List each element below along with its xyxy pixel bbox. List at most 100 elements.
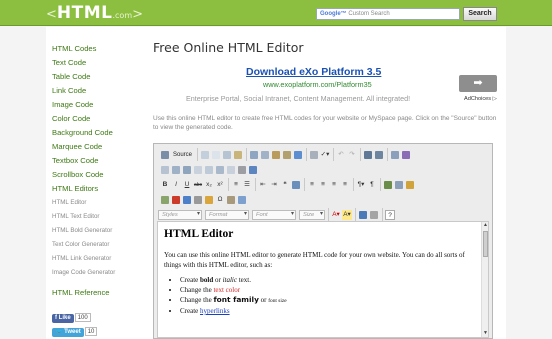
blockquote-icon[interactable]: ❝ xyxy=(280,180,290,190)
paste-word-icon[interactable] xyxy=(294,150,303,159)
sidebar-item-scrollbox-code[interactable]: Scrollbox Code xyxy=(52,168,142,182)
bidi-icon[interactable]: ¶ xyxy=(367,180,377,190)
select-field-icon[interactable] xyxy=(216,165,224,174)
bold-icon[interactable]: B xyxy=(160,180,170,190)
smiley-icon[interactable] xyxy=(205,195,213,204)
unlink-icon[interactable] xyxy=(395,180,403,189)
justify-icon[interactable]: ≡ xyxy=(340,180,350,190)
new-page-icon[interactable] xyxy=(212,150,221,159)
image-button-icon[interactable] xyxy=(238,165,246,174)
spellcheck-icon[interactable]: ✓▾ xyxy=(320,150,330,160)
font-dropdown[interactable]: Font xyxy=(252,209,296,220)
copy-icon[interactable] xyxy=(261,150,270,159)
textfield-icon[interactable] xyxy=(194,165,202,174)
text-direction-icon[interactable]: ¶▾ xyxy=(356,180,366,190)
editor-scrollbar[interactable]: ▲ ▼ xyxy=(481,222,488,337)
ad-arrow-button[interactable]: ➡ xyxy=(459,75,497,92)
table-icon[interactable] xyxy=(183,195,191,204)
special-char-icon[interactable]: Ω xyxy=(215,195,225,205)
sidebar-tool-html-bold-generator[interactable]: HTML Bold Generator xyxy=(52,224,142,238)
help-icon[interactable]: ? xyxy=(385,209,395,220)
paste-icon[interactable] xyxy=(272,150,281,159)
sidebar-tool-html-text-editor[interactable]: HTML Text Editor xyxy=(52,210,142,224)
styles-dropdown[interactable]: Styles xyxy=(158,209,202,220)
select-all-icon[interactable] xyxy=(391,150,400,159)
remove-format-icon[interactable] xyxy=(402,150,411,159)
editor-content-area[interactable]: HTML Editor You can use this online HTML… xyxy=(157,221,489,338)
search-button[interactable]: Search xyxy=(463,7,497,21)
scroll-up-icon[interactable]: ▲ xyxy=(483,223,488,228)
button-field-icon[interactable] xyxy=(227,165,235,174)
templates-icon[interactable] xyxy=(234,150,243,159)
bullet-list-icon[interactable]: ☰ xyxy=(242,180,252,190)
preview-icon[interactable] xyxy=(223,150,232,159)
sidebar-item-html-codes[interactable]: HTML Codes xyxy=(52,42,142,56)
sidebar-item-table-code[interactable]: Table Code xyxy=(52,70,142,84)
source-button[interactable]: Source xyxy=(171,150,194,160)
sidebar-tool-image-code-generator[interactable]: Image Code Generator xyxy=(52,266,142,280)
flash-icon[interactable] xyxy=(172,195,180,204)
align-center-icon[interactable]: ≡ xyxy=(318,180,328,190)
radio-icon[interactable] xyxy=(183,165,191,174)
logo-right-bracket: > xyxy=(132,7,144,22)
search-input[interactable]: Google™ Custom Search xyxy=(316,8,460,20)
redo-icon[interactable]: ↷ xyxy=(347,150,357,160)
sidebar-item-html-editors[interactable]: HTML Editors xyxy=(52,182,142,196)
subscript-icon[interactable]: x₂ xyxy=(204,180,214,190)
save-icon[interactable] xyxy=(201,150,210,159)
undo-icon[interactable]: ↶ xyxy=(336,150,346,160)
paste-text-icon[interactable] xyxy=(283,150,292,159)
numbered-list-icon[interactable]: ≡ xyxy=(231,180,241,190)
maximize-icon[interactable] xyxy=(359,210,367,219)
tweet-button[interactable]: 🐦 Tweet xyxy=(52,328,84,337)
align-left-icon[interactable]: ≡ xyxy=(307,180,317,190)
cut-icon[interactable] xyxy=(250,150,259,159)
hidden-field-icon[interactable] xyxy=(249,165,257,174)
format-dropdown[interactable]: Format xyxy=(205,209,249,220)
show-blocks-icon[interactable] xyxy=(370,210,378,219)
page-break-icon[interactable] xyxy=(227,195,235,204)
image-icon[interactable] xyxy=(161,195,169,204)
strike-icon[interactable]: abc xyxy=(193,180,203,190)
text-color-icon[interactable]: A▾ xyxy=(331,210,341,220)
page-title: Free Online HTML Editor xyxy=(153,40,304,55)
sidebar-item-marquee-code[interactable]: Marquee Code xyxy=(52,140,142,154)
div-container-icon[interactable] xyxy=(292,180,300,189)
facebook-like-button[interactable]: f Like xyxy=(52,314,74,323)
site-logo[interactable]: <HTML.com> xyxy=(46,3,143,23)
align-right-icon[interactable]: ≡ xyxy=(329,180,339,190)
italic-icon[interactable]: I xyxy=(171,180,181,190)
indent-icon[interactable]: ⇥ xyxy=(269,180,279,190)
scroll-thumb[interactable] xyxy=(483,231,488,257)
bg-color-icon[interactable]: A▾ xyxy=(342,209,352,220)
sidebar-item-link-code[interactable]: Link Code xyxy=(52,84,142,98)
print-icon[interactable] xyxy=(310,150,319,159)
replace-icon[interactable] xyxy=(375,150,384,159)
ad-choices-link[interactable]: AdChoices ▷ xyxy=(464,96,497,102)
textarea-icon[interactable] xyxy=(205,165,213,174)
link-icon[interactable] xyxy=(384,180,392,189)
sidebar-item-textbox-code[interactable]: Textbox Code xyxy=(52,154,142,168)
sidebar-item-color-code[interactable]: Color Code xyxy=(52,112,142,126)
checkbox-icon[interactable] xyxy=(172,165,180,174)
underline-icon[interactable]: U xyxy=(182,180,192,190)
form-icon[interactable] xyxy=(161,165,169,174)
scroll-down-icon[interactable]: ▼ xyxy=(483,331,488,336)
hyperlink-text[interactable]: hyperlinks xyxy=(200,307,230,315)
sidebar-tool-text-color-generator[interactable]: Text Color Generator xyxy=(52,238,142,252)
sidebar-item-background-code[interactable]: Background Code xyxy=(52,126,142,140)
sidebar-item-text-code[interactable]: Text Code xyxy=(52,56,142,70)
outdent-icon[interactable]: ⇤ xyxy=(258,180,268,190)
iframe-icon[interactable] xyxy=(238,195,246,204)
size-dropdown[interactable]: Size xyxy=(299,209,325,220)
ad-headline-link[interactable]: Download eXo Platform 3.5 xyxy=(246,66,381,78)
ad-url[interactable]: www.exoplatform.com/Platform35 xyxy=(263,80,372,89)
anchor-icon[interactable] xyxy=(406,180,414,189)
sidebar-item-html-reference[interactable]: HTML Reference xyxy=(52,286,142,300)
superscript-icon[interactable]: x² xyxy=(215,180,225,190)
horizontal-rule-icon[interactable] xyxy=(194,195,202,204)
sidebar-item-image-code[interactable]: Image Code xyxy=(52,98,142,112)
sidebar-tool-html-link-generator[interactable]: HTML Link Generator xyxy=(52,252,142,266)
sidebar-tool-html-editor[interactable]: HTML Editor xyxy=(52,196,142,210)
find-icon[interactable] xyxy=(364,150,373,159)
